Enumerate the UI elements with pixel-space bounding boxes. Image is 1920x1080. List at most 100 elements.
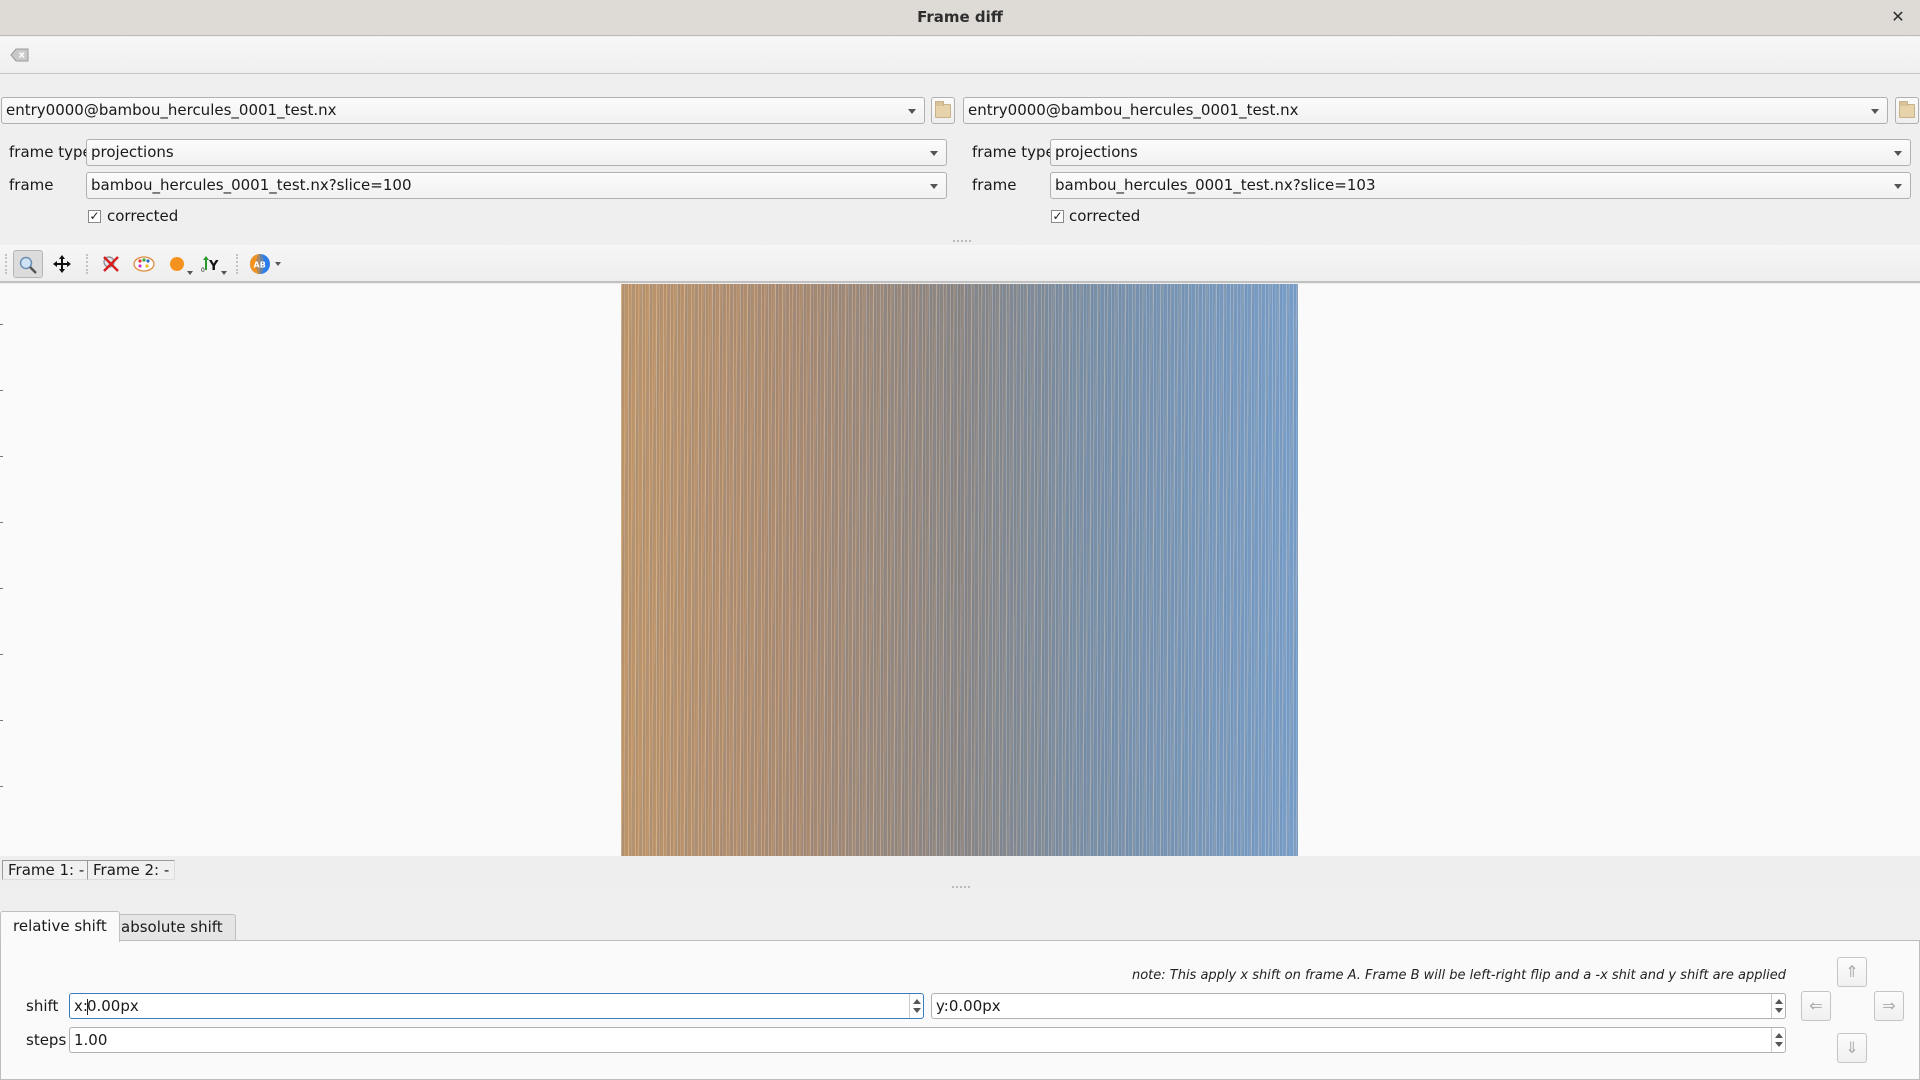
toolbar-separator (236, 254, 238, 274)
window-title: Frame diff (917, 8, 1003, 26)
steps-label: steps (26, 1031, 67, 1049)
plot-toolbar: 0Y AB (0, 245, 1920, 283)
shift-y-value: y:0.00px (936, 997, 1001, 1015)
frame-a-frame-type-value: projections (91, 143, 174, 161)
frame-b-frame-value: bambou_hercules_0001_test.nx?slice=103 (1055, 176, 1376, 194)
magnifier-icon (19, 256, 37, 274)
steps-spinbox[interactable]: 1.00 (69, 1027, 1786, 1053)
frame-a-frame-type-select[interactable]: projections (86, 139, 947, 166)
close-icon: ✕ (1891, 7, 1905, 26)
spin-down-icon[interactable] (1775, 1042, 1783, 1047)
frame-b-frame-type-select[interactable]: projections (1050, 139, 1911, 166)
spin-up-icon[interactable] (1775, 1033, 1783, 1038)
chevron-down-icon (275, 262, 281, 266)
y-axis-tick (0, 522, 3, 523)
folder-icon (1899, 101, 1915, 118)
y-axis-tick (0, 588, 3, 589)
splitter-handle[interactable] (953, 240, 971, 242)
steps-stepper[interactable] (1771, 1028, 1785, 1052)
colormap-button[interactable] (129, 250, 159, 278)
background-color-button[interactable] (163, 250, 193, 278)
frame-a-browse-button[interactable] (931, 97, 955, 124)
clear-backspace-icon[interactable] (10, 48, 30, 62)
toolbar-grip (5, 254, 7, 274)
y-axis-tick (0, 654, 3, 655)
arrow-down-icon: ⇓ (1845, 1038, 1859, 1057)
chevron-down-icon (1871, 109, 1879, 114)
spin-down-icon[interactable] (1775, 1008, 1783, 1013)
arrow-up-icon: ⇑ (1845, 962, 1859, 981)
frame-a-corrected-label: corrected (107, 207, 179, 225)
composite-mode-button[interactable]: AB (245, 250, 285, 278)
y-axis-tick (0, 786, 3, 787)
svg-text:Y: Y (208, 259, 219, 274)
spin-up-icon[interactable] (913, 999, 921, 1004)
steps-value: 1.00 (74, 1031, 108, 1049)
close-button[interactable]: ✕ (1888, 7, 1908, 27)
frame-a-corrected-checkbox[interactable]: ✓ (88, 210, 101, 223)
frame-b-frame-type-label: frame type (972, 143, 1055, 161)
y-axis-tick (0, 390, 3, 391)
frame-b-frame-select[interactable]: bambou_hercules_0001_test.nx?slice=103 (1050, 172, 1911, 199)
chevron-down-icon (221, 271, 227, 275)
shift-note: note: This apply x shift on frame A. Fra… (1131, 968, 1786, 983)
chevron-down-icon (187, 271, 193, 275)
tab-absolute-shift[interactable]: absolute shift (108, 914, 236, 941)
y-axis-icon: 0Y (201, 256, 219, 274)
tab-relative-shift[interactable]: relative shift (0, 911, 120, 942)
shift-x-stepper[interactable] (909, 994, 923, 1018)
chevron-down-icon (1894, 151, 1902, 156)
relative-shift-panel: note: This apply x shift on frame A. Fra… (0, 940, 1920, 1080)
svg-text:0: 0 (201, 267, 205, 274)
toolbar-separator (86, 254, 88, 274)
svg-text:AB: AB (254, 261, 266, 270)
arrow-left-icon: ⇐ (1809, 996, 1823, 1015)
chevron-down-icon (930, 151, 938, 156)
y-axis-origin-button[interactable]: 0Y (197, 250, 227, 278)
shift-down-button[interactable]: ⇓ (1837, 1033, 1867, 1063)
shift-left-button[interactable]: ⇐ (1801, 991, 1831, 1021)
shift-x-value: 0.00px (86, 997, 139, 1015)
frame-a-frame-type-label: frame type (9, 143, 92, 161)
reset-zoom-icon (103, 256, 119, 272)
ab-composite-icon: AB (250, 254, 270, 274)
frame-b-frame-label: frame (972, 176, 1017, 194)
frame-a-scan-value: entry0000@bambou_hercules_0001_test.nx (6, 101, 337, 119)
composite-image[interactable] (621, 284, 1298, 856)
reset-zoom-button[interactable] (96, 250, 126, 278)
chevron-down-icon (1894, 184, 1902, 189)
arrow-right-icon: ⇒ (1882, 996, 1896, 1015)
splitter-handle[interactable] (952, 886, 970, 888)
frame-a-frame-select[interactable]: bambou_hercules_0001_test.nx?slice=100 (86, 172, 947, 199)
shift-label: shift (26, 997, 59, 1015)
pan-mode-button[interactable] (47, 250, 77, 278)
spin-up-icon[interactable] (1775, 999, 1783, 1004)
chevron-down-icon (908, 109, 916, 114)
y-axis-tick (0, 324, 3, 325)
shift-x-spinbox[interactable]: x:0.00px (69, 993, 924, 1019)
shift-y-spinbox[interactable]: y:0.00px (931, 993, 1786, 1019)
frame-status-bar: Frame 1: - Frame 2: - (0, 856, 1920, 886)
frame-b-frame-type-value: projections (1055, 143, 1138, 161)
y-axis-tick (0, 720, 3, 721)
frame-b-corrected-label: corrected (1069, 207, 1141, 225)
shift-y-stepper[interactable] (1771, 994, 1785, 1018)
folder-icon (935, 101, 951, 118)
frame-b-scan-value: entry0000@bambou_hercules_0001_test.nx (968, 101, 1299, 119)
frame-b-corrected-checkbox[interactable]: ✓ (1051, 210, 1064, 223)
shift-up-button[interactable]: ⇑ (1837, 957, 1867, 987)
frame-a-frame-label: frame (9, 176, 54, 194)
frame-a-scan-select[interactable]: entry0000@bambou_hercules_0001_test.nx (1, 97, 925, 124)
frame-b-scan-select[interactable]: entry0000@bambou_hercules_0001_test.nx (963, 97, 1888, 124)
zoom-mode-button[interactable] (13, 250, 43, 278)
palette-icon (133, 256, 155, 272)
pan-arrows-icon (53, 255, 71, 273)
frame1-status: Frame 1: - (2, 860, 91, 880)
frame-b-browse-button[interactable] (1895, 97, 1919, 124)
orange-circle-icon (170, 257, 184, 271)
top-toolbar (0, 37, 1920, 74)
spin-down-icon[interactable] (913, 1008, 921, 1013)
shift-right-button[interactable]: ⇒ (1874, 991, 1904, 1021)
frame2-status: Frame 2: - (87, 860, 176, 880)
window-titlebar: Frame diff ✕ (0, 0, 1920, 36)
